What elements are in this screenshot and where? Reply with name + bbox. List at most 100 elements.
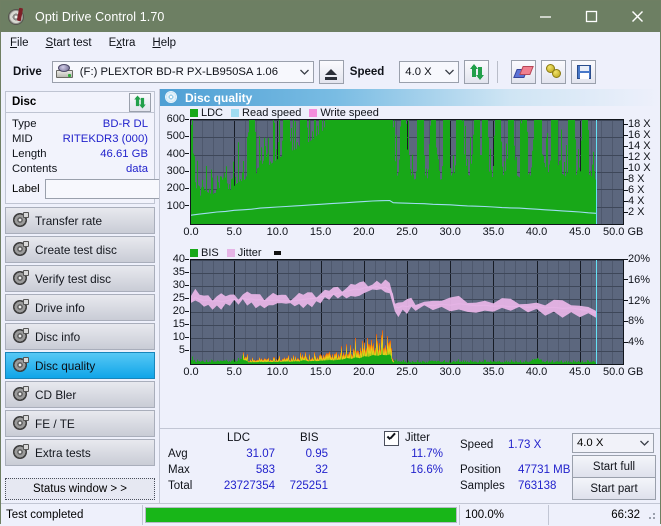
- x-axis-tick: 10.0: [266, 226, 289, 238]
- y2-axis-tick: 6 X: [624, 184, 645, 196]
- close-button[interactable]: [614, 1, 660, 32]
- sidebar-item-disc-quality[interactable]: Disc quality: [5, 352, 155, 379]
- disc-panel-title: Disc: [12, 96, 37, 108]
- start-full-button[interactable]: Start full: [572, 455, 656, 478]
- sidebar-item-cd-bler[interactable]: CD Bler: [5, 381, 155, 408]
- minimize-button[interactable]: [522, 1, 568, 32]
- disc-row-mid: MID RITEKDR3 (000): [6, 131, 154, 146]
- sidebar-item-label: Drive info: [35, 300, 85, 315]
- erase-icon: [513, 65, 535, 79]
- speed-stat-label: Speed: [460, 439, 494, 451]
- start-part-button[interactable]: Start part: [572, 477, 656, 500]
- speed-select[interactable]: 4.0 X: [399, 60, 460, 83]
- sidebar-item-label: FE / TE: [35, 416, 75, 431]
- sidebar-item-disc-info[interactable]: Disc info: [5, 323, 155, 350]
- resize-grip[interactable]: [645, 509, 657, 521]
- legend-swatch-icon: [309, 108, 318, 117]
- menu-file[interactable]: File: [10, 37, 29, 49]
- x-axis-tick: 20.0: [353, 226, 375, 238]
- x-axis-tick: 50.0 GB: [603, 226, 644, 238]
- legend-label: Write speed: [320, 106, 379, 119]
- y2-axis-tick: 12 X: [624, 151, 651, 163]
- y-axis-tick: 10: [160, 331, 189, 343]
- refresh-icon: [133, 95, 146, 109]
- x-axis-tick: 0.0: [183, 366, 199, 378]
- disc-label-row: Label: [6, 176, 247, 203]
- chart-bis-jitter: 5 10 15 20 25 30 35 40 4% 8% 12% 16% 20% 0.0 5.0 10.0 15…: [160, 253, 660, 381]
- stats-total-bis: 725251: [289, 480, 328, 492]
- disc-row-type: Type BD-R DL: [6, 116, 154, 131]
- menu-start-test[interactable]: Start test: [46, 37, 92, 49]
- bulb-icon: [545, 64, 562, 79]
- erase-button[interactable]: [511, 59, 537, 84]
- disc-key: Length: [12, 147, 47, 160]
- disc-icon: [13, 444, 29, 460]
- sidebar-item-drive-info[interactable]: Drive info: [5, 294, 155, 321]
- stats-max-ldc: 583: [255, 464, 275, 476]
- y-axis-tick: 30: [160, 279, 189, 291]
- stats-max-bis: 32: [315, 464, 328, 476]
- disc-value: 46.61 GB: [100, 147, 148, 160]
- disc-icon: [13, 212, 29, 228]
- refresh-button[interactable]: [464, 59, 490, 84]
- progress-fill: [146, 508, 456, 522]
- disc-refresh-button[interactable]: [129, 92, 151, 112]
- menu-extra[interactable]: Extra: [109, 37, 136, 49]
- jitter-label: Jitter: [405, 432, 430, 444]
- speed-select-value: 4.0 X: [405, 65, 432, 78]
- eject-button[interactable]: [318, 59, 344, 84]
- x-axis-tick: 50.0 GB: [603, 366, 644, 378]
- y2-axis-tick: 2 X: [624, 206, 645, 218]
- series-bars: [191, 330, 597, 364]
- settings-button[interactable]: [541, 59, 567, 84]
- stats-col-bis: BIS: [300, 432, 319, 444]
- disc-icon: [13, 299, 29, 315]
- x-axis-tick: 15.0: [309, 366, 332, 378]
- x-axis-tick: 15.0: [309, 226, 332, 238]
- x-axis-tick: 25.0: [396, 366, 418, 378]
- maximize-button[interactable]: [568, 1, 614, 32]
- main-body: Disc Type BD-R DL MID RITEKDR3 (000) Len…: [1, 89, 660, 503]
- drive-icon: [55, 64, 73, 79]
- position-label: Position: [460, 464, 501, 476]
- disc-value: RITEKDR3 (000): [62, 132, 148, 145]
- save-button[interactable]: [571, 59, 597, 84]
- y-axis-tick: 500: [160, 130, 189, 142]
- sidebar: Disc Type BD-R DL MID RITEKDR3 (000) Len…: [1, 89, 247, 503]
- disc-key: Contents: [12, 162, 58, 175]
- y-axis-tick: 40: [160, 253, 189, 265]
- x-axis-tick: 30.0: [439, 226, 461, 238]
- y2-axis-tick: 4 X: [624, 195, 645, 207]
- sidebar-item-create-test-disc[interactable]: Create test disc: [5, 236, 155, 263]
- content-panel: Disc quality LDC Read speed Write speed 10…: [159, 89, 660, 503]
- toolbar: Drive (F:) PLEXTOR BD-R PX-LB950SA 1.06 …: [1, 54, 660, 89]
- y-axis-tick: 5: [160, 344, 189, 356]
- x-axis-tick: 25.0: [396, 226, 418, 238]
- stats-max-jitter: 16.6%: [410, 464, 443, 476]
- legend-label: LDC: [201, 106, 224, 119]
- jitter-checkbox[interactable]: [384, 431, 399, 446]
- status-window-label: Status window > >: [33, 483, 127, 495]
- sidebar-item-fe-te[interactable]: FE / TE: [5, 410, 155, 437]
- status-message: Test completed: [6, 509, 84, 521]
- cursor-marker-icon: [273, 250, 281, 255]
- sidebar-item-verify-test-disc[interactable]: Verify test disc: [5, 265, 155, 292]
- progress-bar: [145, 507, 457, 523]
- disc-quality-icon: [165, 91, 178, 104]
- disc-value: BD-R DL: [102, 117, 148, 130]
- test-speed-select[interactable]: 4.0 X: [572, 433, 654, 453]
- y2-axis-tick: 12%: [624, 295, 650, 307]
- sidebar-item-transfer-rate[interactable]: Transfer rate: [5, 207, 155, 234]
- status-window-button[interactable]: Status window > >: [5, 478, 155, 500]
- chart1-legend: LDC Read speed Write speed: [160, 106, 660, 119]
- elapsed-time: 66:32: [611, 509, 640, 521]
- drive-select[interactable]: (F:) PLEXTOR BD-R PX-LB950SA 1.06: [51, 60, 314, 83]
- y2-axis-tick: 8 X: [624, 173, 645, 185]
- sidebar-item-extra-tests[interactable]: Extra tests: [5, 439, 155, 466]
- disc-icon: [13, 328, 29, 344]
- y-axis-tick: 100: [160, 200, 189, 212]
- disc-value: data: [126, 162, 148, 175]
- menu-help[interactable]: Help: [152, 37, 176, 49]
- y2-axis-tick: 10 X: [624, 162, 651, 174]
- speed-stat-value: 1.73 X: [508, 439, 542, 451]
